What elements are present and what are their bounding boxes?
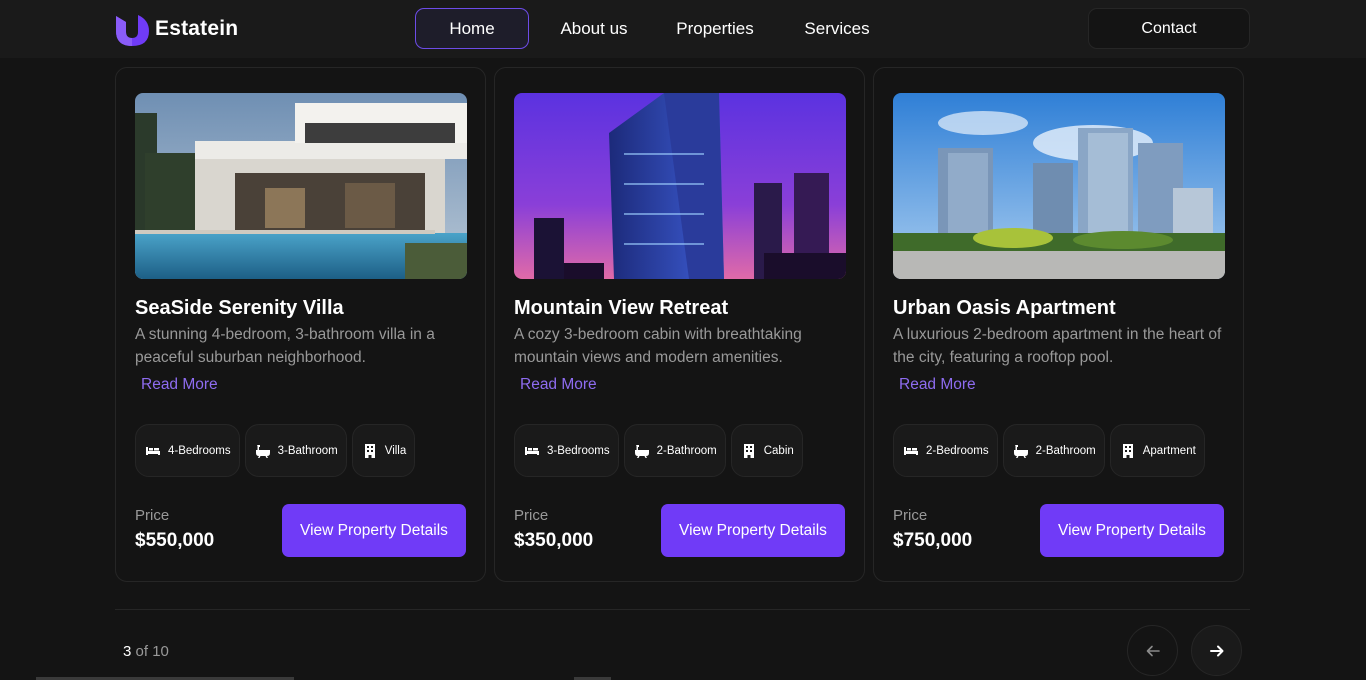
property-card: Urban Oasis Apartment A luxurious 2-bedr… <box>873 67 1244 582</box>
building-icon <box>364 443 375 458</box>
nav-home[interactable]: Home <box>415 8 529 49</box>
tag-bedrooms: 3-Bedrooms <box>514 424 619 477</box>
next-page-button[interactable] <box>1191 625 1242 676</box>
arrow-left-icon <box>1146 645 1160 656</box>
nav-properties[interactable]: Properties <box>659 8 771 49</box>
tag-label: 3-Bathroom <box>277 444 338 457</box>
property-tags: 2-Bedrooms 2-Bathroom Apartment <box>893 424 1205 477</box>
tag-label: 2-Bathroom <box>1035 444 1096 457</box>
property-card: SeaSide Serenity Villa A stunning 4-bedr… <box>115 67 486 582</box>
tag-label: Apartment <box>1142 444 1196 457</box>
tag-bedrooms: 4-Bedrooms <box>135 424 240 477</box>
logo-icon <box>116 15 149 46</box>
arrow-right-icon <box>1209 645 1223 656</box>
brand-logo[interactable]: Estatein <box>115 12 238 46</box>
bathtub-icon <box>255 444 270 458</box>
read-more-link[interactable]: Read More <box>520 376 597 394</box>
bed-icon <box>525 446 539 455</box>
bathtub-icon <box>634 444 649 458</box>
tag-label: 4-Bedrooms <box>168 444 231 457</box>
view-property-details-button[interactable]: View Property Details <box>282 504 466 557</box>
bathtub-icon <box>1013 444 1028 458</box>
tag-label: 2-Bedrooms <box>926 444 989 457</box>
tag-type: Villa <box>351 424 416 477</box>
tag-bedrooms: 2-Bedrooms <box>893 424 998 477</box>
price-label: Price <box>135 507 170 524</box>
total-pages: of 10 <box>131 643 169 660</box>
tag-bathrooms: 2-Bathroom <box>1002 424 1105 477</box>
brand-name: Estatein <box>155 17 239 40</box>
main-nav: Home About us Properties Services <box>415 8 903 49</box>
view-property-details-button[interactable]: View Property Details <box>661 504 845 557</box>
tag-label: Cabin <box>763 444 794 457</box>
tag-bathrooms: 3-Bathroom <box>244 424 347 477</box>
tag-label: Villa <box>384 444 407 457</box>
price-label: Price <box>893 507 928 524</box>
bed-icon <box>146 446 160 455</box>
property-image <box>893 93 1225 279</box>
section-divider <box>115 609 1250 610</box>
property-description: A luxurious 2-bedroom apartment in the h… <box>893 326 1222 366</box>
bed-icon <box>904 446 918 455</box>
tag-type: Cabin <box>730 424 803 477</box>
price-value: $350,000 <box>514 530 594 551</box>
site-header: Estatein Home About us Properties Servic… <box>0 0 1366 58</box>
contact-button[interactable]: Contact <box>1088 8 1250 49</box>
pagination-counter: 3 of 10 <box>123 643 169 660</box>
property-title: Mountain View Retreat <box>514 297 729 319</box>
tag-label: 2-Bathroom <box>656 444 717 457</box>
property-description: A stunning 4-bedroom, 3-bathroom villa i… <box>135 326 435 366</box>
tag-bathrooms: 2-Bathroom <box>623 424 726 477</box>
property-title: SeaSide Serenity Villa <box>135 297 344 319</box>
price-label: Price <box>514 507 549 524</box>
property-image <box>514 93 846 279</box>
previous-page-button[interactable] <box>1127 625 1178 676</box>
nav-services[interactable]: Services <box>771 8 903 49</box>
building-icon <box>1122 443 1133 458</box>
property-title: Urban Oasis Apartment <box>893 297 1116 319</box>
tag-type: Apartment <box>1109 424 1205 477</box>
read-more-link[interactable]: Read More <box>141 376 218 394</box>
read-more-link[interactable]: Read More <box>899 376 976 394</box>
property-description: A cozy 3-bedroom cabin with breathtaking… <box>514 326 802 366</box>
property-tags: 4-Bedrooms 3-Bathroom Villa <box>135 424 416 477</box>
property-tags: 3-Bedrooms 2-Bathroom Cabin <box>514 424 803 477</box>
property-card: Mountain View Retreat A cozy 3-bedroom c… <box>494 67 865 582</box>
price-value: $750,000 <box>893 530 973 551</box>
tag-label: 3-Bedrooms <box>547 444 610 457</box>
building-icon <box>743 443 754 458</box>
price-value: $550,000 <box>135 530 215 551</box>
view-property-details-button[interactable]: View Property Details <box>1040 504 1224 557</box>
nav-about-us[interactable]: About us <box>529 8 659 49</box>
property-image <box>135 93 467 279</box>
